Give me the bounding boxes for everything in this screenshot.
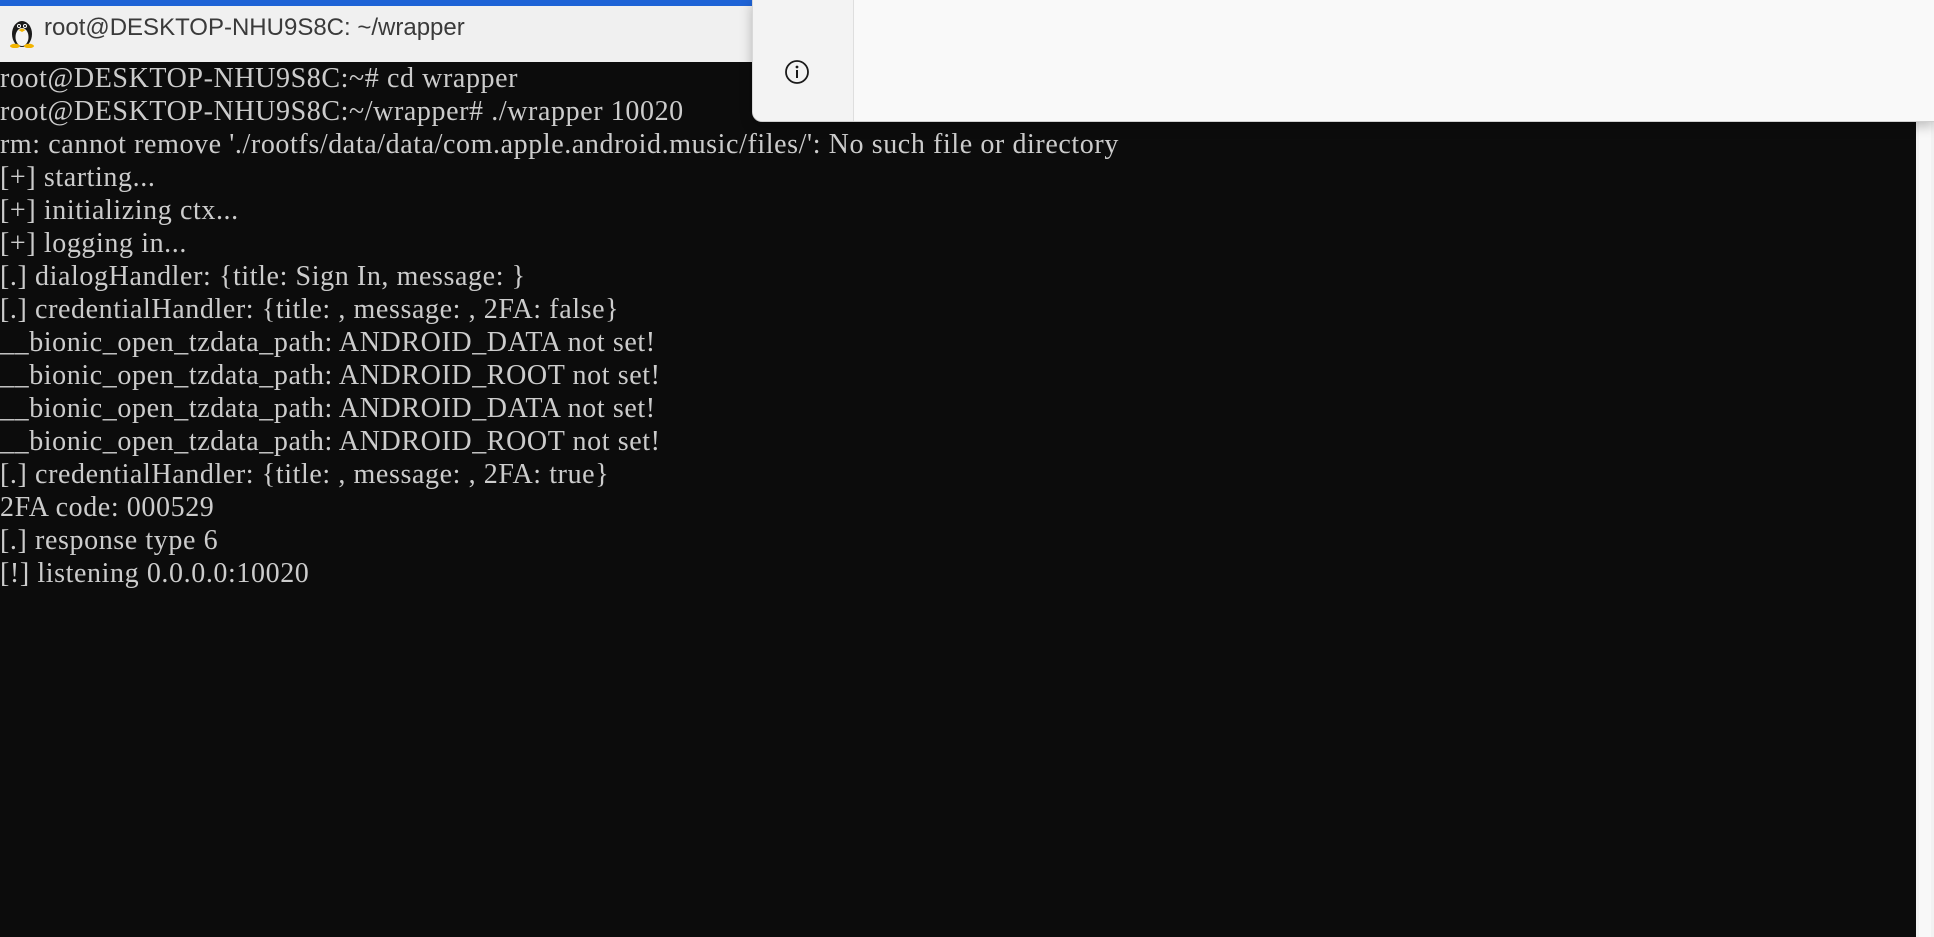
scrollbar-thumb[interactable] xyxy=(1919,122,1931,937)
terminal-line: [!] listening 0.0.0.0:10020 xyxy=(0,558,310,589)
info-icon[interactable] xyxy=(783,58,811,86)
window-title: root@DESKTOP-NHU9S8C: ~/wrapper xyxy=(44,14,465,41)
terminal-line: rm: cannot remove './rootfs/data/data/co… xyxy=(0,129,1119,160)
terminal-line: __bionic_open_tzdata_path: ANDROID_ROOT … xyxy=(0,360,661,391)
vertical-scrollbar[interactable] xyxy=(1916,62,1934,937)
title-bar-accent xyxy=(0,0,760,6)
terminal-window: root@DESKTOP-NHU9S8C: ~/wrapper root@DES… xyxy=(0,0,1934,937)
terminal-line: __bionic_open_tzdata_path: ANDROID_DATA … xyxy=(0,327,656,358)
notification-popup[interactable] xyxy=(752,0,1934,122)
popup-icon-pane xyxy=(753,0,854,121)
terminal-line: [+] logging in... xyxy=(0,228,187,259)
terminal-line: [.] response type 6 xyxy=(0,525,219,556)
terminal-line: [.] credentialHandler: {title: , message… xyxy=(0,459,610,490)
terminal-line: [.] dialogHandler: {title: Sign In, mess… xyxy=(0,261,526,292)
terminal-line: [.] credentialHandler: {title: , message… xyxy=(0,294,620,325)
terminal-output[interactable]: root@DESKTOP-NHU9S8C:~# cd wrapper root@… xyxy=(0,62,1916,937)
terminal-line: __bionic_open_tzdata_path: ANDROID_DATA … xyxy=(0,393,656,424)
terminal-line: [+] starting... xyxy=(0,162,156,193)
linux-penguin-icon xyxy=(8,16,36,49)
terminal-line: 2FA code: 000529 xyxy=(0,492,215,523)
terminal-line: __bionic_open_tzdata_path: ANDROID_ROOT … xyxy=(0,426,661,457)
terminal-line: [+] initializing ctx... xyxy=(0,195,239,226)
